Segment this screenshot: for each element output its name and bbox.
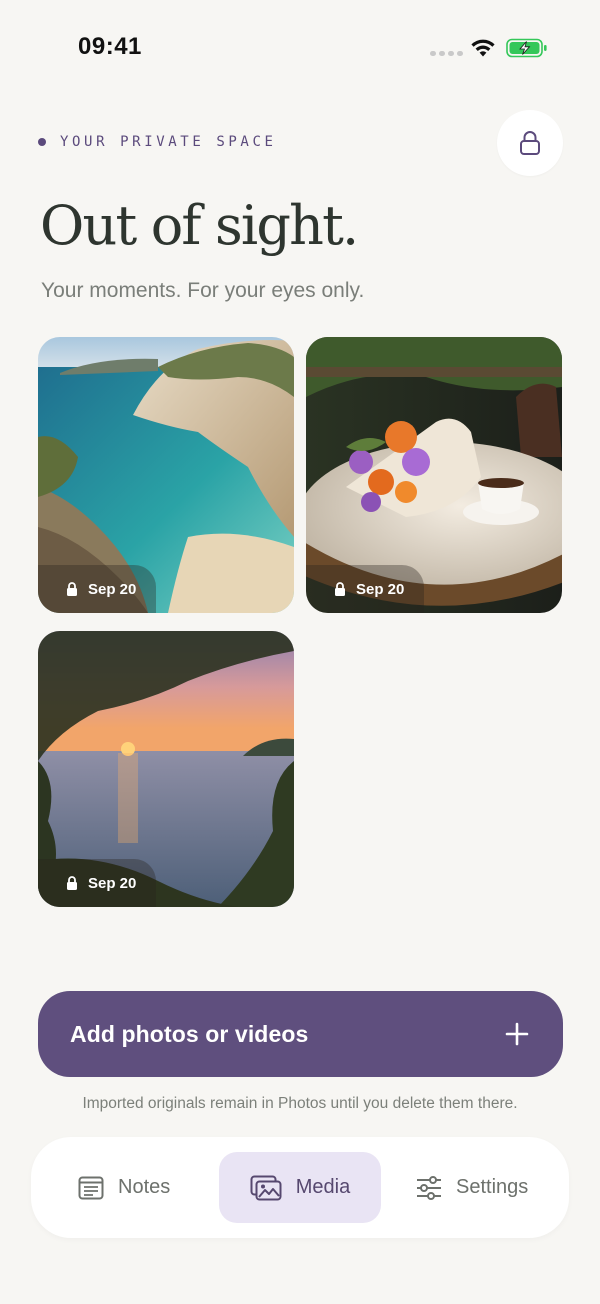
eyebrow-label: YOUR PRIVATE SPACE <box>60 134 277 150</box>
lock-button[interactable] <box>497 110 563 176</box>
tab-notes-label: Notes <box>118 1176 171 1198</box>
status-time: 09:41 <box>78 33 142 60</box>
lock-icon <box>67 876 77 890</box>
date-badge: Sep 20 <box>306 565 425 613</box>
tab-bar: Notes Media Settings <box>31 1137 569 1238</box>
tab-notes[interactable]: Notes <box>78 1152 170 1223</box>
battery-charging-icon <box>506 38 547 58</box>
lock-icon <box>335 582 345 596</box>
page-subtitle: Your moments. For your eyes only. <box>41 279 365 302</box>
page-title: Out of sight. <box>40 194 359 257</box>
cellular-signal-icon <box>430 51 463 56</box>
photo-date: Sep 20 <box>88 580 137 598</box>
photo-tile-coastal-cove[interactable]: Sep 20 <box>38 337 294 613</box>
accent-dot <box>38 138 46 146</box>
tab-settings[interactable]: Settings <box>416 1152 528 1223</box>
add-photos-label: Add photos or videos <box>70 1020 309 1047</box>
add-photos-button[interactable]: Add photos or videos <box>38 991 563 1077</box>
lock-icon <box>520 131 540 155</box>
tab-settings-label: Settings <box>456 1176 529 1198</box>
tab-media[interactable]: Media <box>219 1152 381 1223</box>
date-badge: Sep 20 <box>38 565 157 613</box>
tab-media-label: Media <box>295 1176 351 1198</box>
wifi-icon <box>471 39 495 57</box>
plus-icon <box>505 1022 529 1046</box>
sliders-icon <box>417 1175 441 1200</box>
photo-date: Sep 20 <box>88 874 137 892</box>
photo-tile-sunset-sea[interactable]: Sep 20 <box>38 631 294 907</box>
eyebrow: YOUR PRIVATE SPACE <box>38 134 277 150</box>
date-badge: Sep 20 <box>38 859 157 907</box>
status-bar: 09:41 <box>0 0 600 96</box>
lock-icon <box>67 582 77 596</box>
photo-date: Sep 20 <box>356 580 405 598</box>
photo-tile-flowers-and-coffee[interactable]: Sep 20 <box>306 337 562 613</box>
import-note: Imported originals remain in Photos unti… <box>82 1095 518 1112</box>
photos-icon <box>250 1175 282 1200</box>
notes-icon <box>78 1176 104 1199</box>
